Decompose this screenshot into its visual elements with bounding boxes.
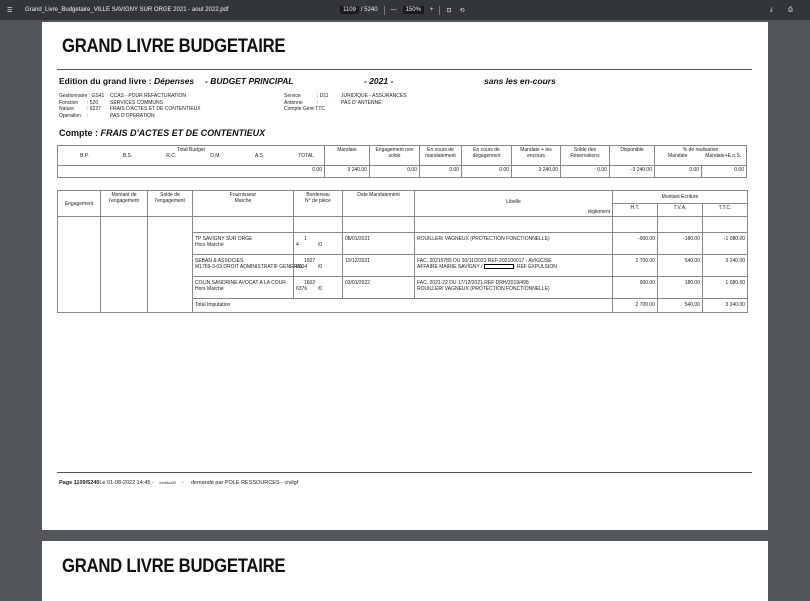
budget-values-row: 0.00 3 240.00 0.00 0.00 0.00 3 240.00 0.… (58, 166, 747, 178)
pct-realisation-header: % de realisation MandateMandate+E.n.S. (655, 146, 747, 166)
detail-table: Engagement Montant de l'engagement Solde… (57, 190, 748, 313)
compte-heading: Compte : FRAIS D'ACTES ET DE CONTENTIEUX (59, 128, 265, 138)
page-total: / 5240 (361, 7, 378, 13)
print-icon[interactable]: ⎙ (788, 0, 793, 20)
download-icon[interactable]: ⤓ (770, 0, 773, 20)
menu-icon[interactable]: ☰ (7, 0, 12, 20)
page-title: GRAND LIVRE BUDGETAIRE (62, 556, 285, 578)
budget-table: Total Budget B.P. B.S. R.C. D.M. A.S. TO… (57, 145, 747, 178)
page-number-input[interactable]: 1109 (340, 6, 359, 14)
zoom-in-button[interactable]: + (430, 7, 434, 13)
pdf-page: GRAND LIVRE BUDGETAIRE Edition du grand … (42, 22, 768, 530)
pdf-page-next: GRAND LIVRE BUDGETAIRE (42, 541, 768, 601)
total-budget-header: Total Budget B.P. B.S. R.C. D.M. A.S. TO… (58, 146, 325, 166)
page-footer: Page 1109/5240Le 01-08-2022 14:45 - ecre… (59, 480, 298, 486)
redaction-box (484, 264, 514, 269)
pdf-toolbar: ☰ Grand_Livre_Budgetaire_VILLE SAVIGNY S… (0, 0, 810, 20)
fit-page-icon[interactable]: ⊡ (446, 7, 451, 14)
page-title: GRAND LIVRE BUDGETAIRE (62, 36, 285, 58)
zoom-level-input[interactable]: 150% (403, 6, 424, 14)
file-name: Grand_Livre_Budgetaire_VILLE SAVIGNY SUR… (25, 0, 229, 20)
rotate-icon[interactable]: ⟲ (460, 7, 465, 14)
zoom-out-button[interactable]: — (391, 7, 397, 13)
